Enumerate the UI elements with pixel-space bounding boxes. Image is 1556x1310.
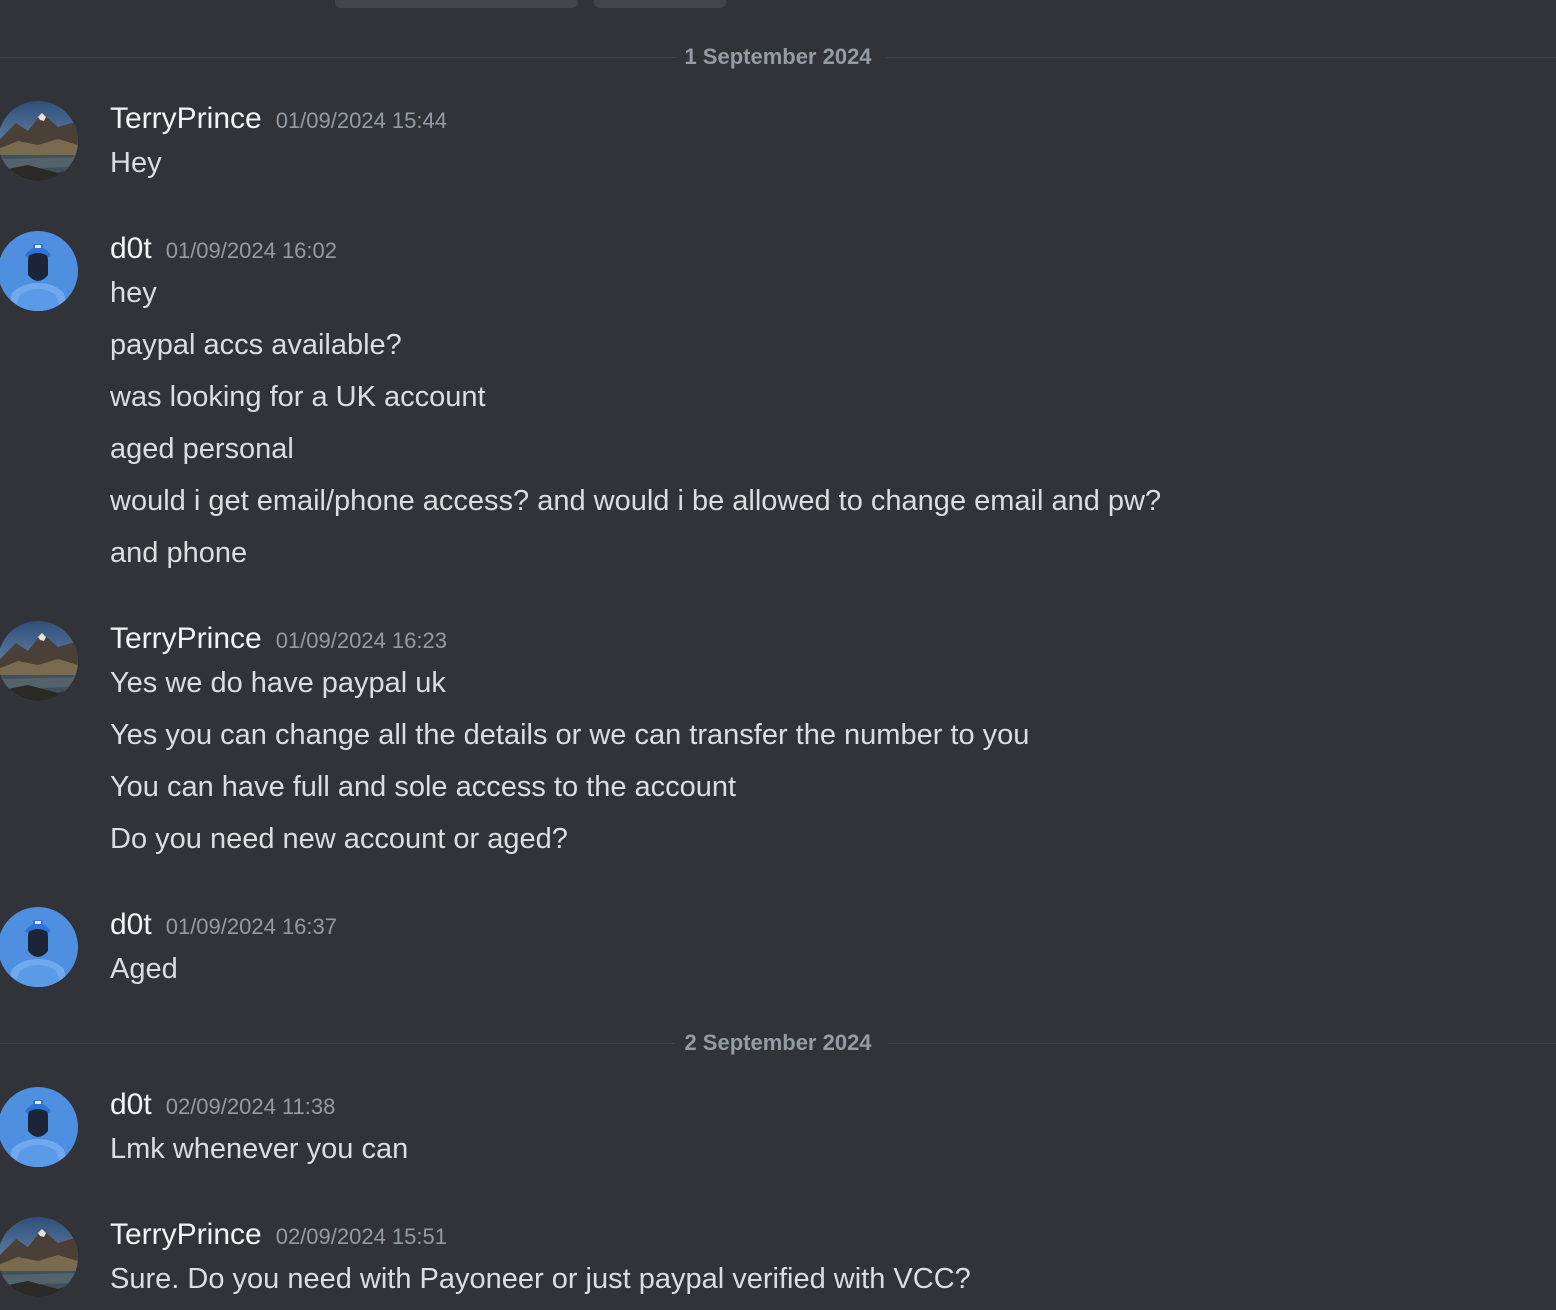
timestamp: 01/09/2024 16:02 xyxy=(165,238,337,263)
message-text: Hey xyxy=(110,147,162,179)
mountain-landscape-avatar-icon xyxy=(0,621,78,701)
message-text: Aged xyxy=(110,953,178,985)
message-content: Yes we do have paypal uk Yes you can cha… xyxy=(110,665,1029,873)
jump-button[interactable] xyxy=(335,0,578,8)
blue-hooded-figure-avatar-icon xyxy=(0,231,78,311)
blue-hooded-figure-avatar-icon xyxy=(0,1087,78,1167)
username[interactable]: TerryPrince xyxy=(110,622,262,655)
message-text: was looking for a UK account xyxy=(110,381,486,413)
timestamp: 01/09/2024 16:37 xyxy=(165,914,337,939)
chat-messages-pane: 1 September 2024 TerryPrince 01/09/2024 1… xyxy=(0,0,1556,1310)
message-header: TerryPrince 02/09/2024 15:51 xyxy=(110,1217,447,1253)
username[interactable]: d0t xyxy=(110,908,152,941)
avatar[interactable] xyxy=(0,101,78,181)
date-divider: 2 September 2024 xyxy=(0,1030,1556,1055)
message-text: aged personal xyxy=(110,433,294,465)
message-header: d0t 01/09/2024 16:37 xyxy=(110,907,337,943)
date-divider-label: 1 September 2024 xyxy=(676,44,880,69)
username[interactable]: d0t xyxy=(110,232,152,265)
avatar[interactable] xyxy=(0,231,78,311)
message-header: d0t 01/09/2024 16:02 xyxy=(110,231,337,267)
avatar[interactable] xyxy=(0,1087,78,1167)
message-content: hey paypal accs available? was looking f… xyxy=(110,275,1161,587)
mountain-landscape-avatar-icon xyxy=(0,101,78,181)
action-button[interactable] xyxy=(594,0,726,8)
message-content: Hey xyxy=(110,145,162,197)
message-text: Yes you can change all the details or we… xyxy=(110,719,1030,751)
date-divider-label: 2 September 2024 xyxy=(676,1030,880,1055)
avatar[interactable] xyxy=(0,621,78,701)
timestamp: 01/09/2024 15:44 xyxy=(275,108,447,133)
message-text: Yes we do have paypal uk xyxy=(110,667,446,699)
message-text: paypal accs available? xyxy=(110,329,402,361)
message-header: TerryPrince 01/09/2024 15:44 xyxy=(110,101,447,137)
message-content: Sure. Do you need with Payoneer or just … xyxy=(110,1261,971,1310)
date-divider: 1 September 2024 xyxy=(0,44,1556,69)
message-header: TerryPrince 01/09/2024 16:23 xyxy=(110,621,447,657)
username[interactable]: d0t xyxy=(110,1088,152,1121)
message-text: hey xyxy=(110,277,157,309)
message-content: Aged xyxy=(110,951,178,1003)
mountain-landscape-avatar-icon xyxy=(0,1217,78,1297)
message-text: You can have full and sole access to the… xyxy=(110,771,737,803)
message-header: d0t 02/09/2024 11:38 xyxy=(110,1087,335,1123)
message-content: Lmk whenever you can xyxy=(110,1131,408,1183)
message-text: Lmk whenever you can xyxy=(110,1133,409,1165)
timestamp: 02/09/2024 11:38 xyxy=(165,1094,336,1119)
blue-hooded-figure-avatar-icon xyxy=(0,907,78,987)
username[interactable]: TerryPrince xyxy=(110,102,262,135)
message-text: and phone xyxy=(110,537,248,569)
message-text: Sure. Do you need with Payoneer or just … xyxy=(110,1263,971,1295)
avatar[interactable] xyxy=(0,1217,78,1297)
message-text: Do you need new account or aged? xyxy=(110,823,568,855)
timestamp: 02/09/2024 15:51 xyxy=(275,1224,447,1249)
avatar[interactable] xyxy=(0,907,78,987)
username[interactable]: TerryPrince xyxy=(110,1218,262,1251)
timestamp: 01/09/2024 16:23 xyxy=(275,628,447,653)
message-text: would i get email/phone access? and woul… xyxy=(110,485,1162,517)
